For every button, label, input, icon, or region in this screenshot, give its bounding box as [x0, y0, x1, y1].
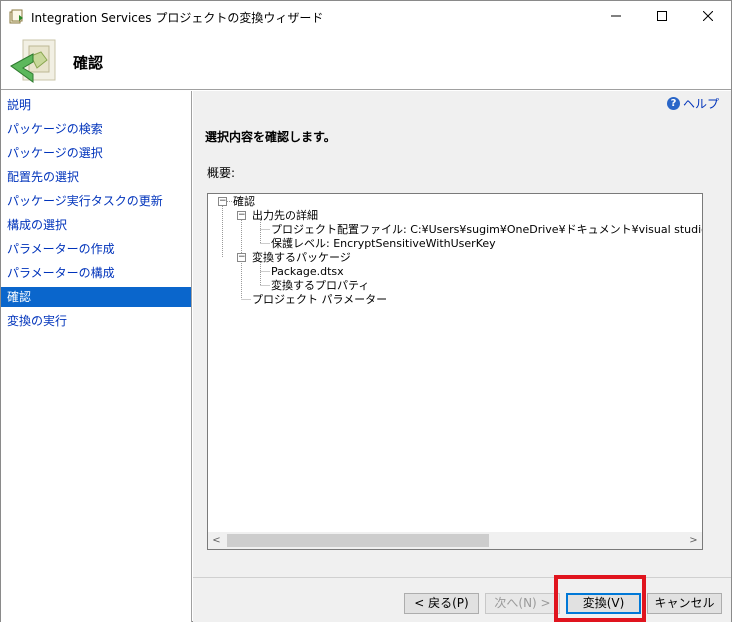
close-button[interactable] [685, 1, 731, 32]
wizard-footer: < 戻る(P) 次へ(N) > 変換(V) キャンセル [193, 577, 731, 622]
minimize-button[interactable] [593, 1, 639, 32]
summary-tree[interactable]: − 確認 − 出力先の詳細 プロジェクト配置ファイル: C:¥Users¥sug… [207, 193, 703, 550]
highlight-box [554, 575, 646, 622]
title-bar: Integration Services プロジェクトの変換ウィザード [1, 1, 731, 32]
tree-expander-root[interactable]: − [218, 197, 227, 206]
help-label: ヘルプ [682, 97, 719, 111]
scroll-right-icon[interactable]: > [685, 532, 702, 549]
page-header: 確認 [1, 32, 731, 90]
page-title: 確認 [73, 54, 104, 72]
tree-node-packages-to-convert[interactable]: 変換するパッケージ [252, 251, 351, 264]
tree-node-project-deployment-file[interactable]: プロジェクト配置ファイル: C:¥Users¥sugim¥OneDrive¥ドキ… [271, 223, 702, 236]
minimize-icon [611, 10, 621, 24]
cancel-button[interactable]: キャンセル [647, 593, 722, 614]
tree-node-package-file[interactable]: Package.dtsx [271, 265, 344, 278]
maximize-button[interactable] [639, 1, 685, 32]
sidebar-item-create-parameters[interactable]: パラメーターの作成 [1, 239, 191, 259]
main-panel: ? ヘルプ 選択内容を確認します。 概要: − 確認 − 出力先の詳細 プロジェ… [193, 91, 731, 577]
tree-node-output-details[interactable]: 出力先の詳細 [252, 209, 318, 222]
wizard-window: Integration Services プロジェクトの変換ウィザード 確認 説… [0, 0, 732, 622]
sidebar-item-introduction[interactable]: 説明 [1, 95, 191, 115]
review-heading: 選択内容を確認します。 [205, 130, 336, 144]
scroll-left-icon[interactable]: < [208, 532, 225, 549]
summary-label: 概要: [207, 166, 236, 180]
tree-node-protection-level[interactable]: 保護レベル: EncryptSensitiveWithUserKey [271, 237, 496, 250]
sidebar-item-configure-parameters[interactable]: パラメーターの構成 [1, 263, 191, 283]
tree-node-properties-to-convert[interactable]: 変換するプロパティ [271, 279, 369, 292]
wizard-icon [9, 38, 59, 84]
back-button[interactable]: < 戻る(P) [404, 593, 479, 614]
tree-node-project-parameters[interactable]: プロジェクト パラメーター [252, 293, 387, 306]
maximize-icon [657, 10, 667, 24]
tree-expander-output[interactable]: − [237, 211, 246, 220]
tree-node-review[interactable]: 確認 [233, 195, 255, 208]
sidebar-item-locate-packages[interactable]: パッケージの検索 [1, 119, 191, 139]
wizard-sidebar: 説明 パッケージの検索 パッケージの選択 配置先の選択 パッケージ実行タスクの更… [1, 91, 192, 622]
sidebar-item-select-destination[interactable]: 配置先の選択 [1, 167, 191, 187]
app-icon [9, 9, 25, 25]
next-button[interactable]: 次へ(N) > [485, 593, 560, 614]
tree-expander-packages[interactable]: − [237, 253, 246, 262]
sidebar-item-perform-conversion[interactable]: 変換の実行 [1, 311, 191, 331]
close-icon [702, 10, 714, 24]
window-title: Integration Services プロジェクトの変換ウィザード [31, 11, 324, 25]
sidebar-item-select-configurations[interactable]: 構成の選択 [1, 215, 191, 235]
help-link[interactable]: ? ヘルプ [666, 95, 719, 112]
sidebar-item-review[interactable]: 確認 [1, 287, 191, 307]
scrollbar-thumb[interactable] [227, 534, 489, 547]
horizontal-scrollbar[interactable]: < > [208, 532, 702, 549]
sidebar-item-select-packages[interactable]: パッケージの選択 [1, 143, 191, 163]
sidebar-item-update-execute-package-task[interactable]: パッケージ実行タスクの更新 [1, 191, 191, 211]
help-icon: ? [666, 97, 680, 110]
